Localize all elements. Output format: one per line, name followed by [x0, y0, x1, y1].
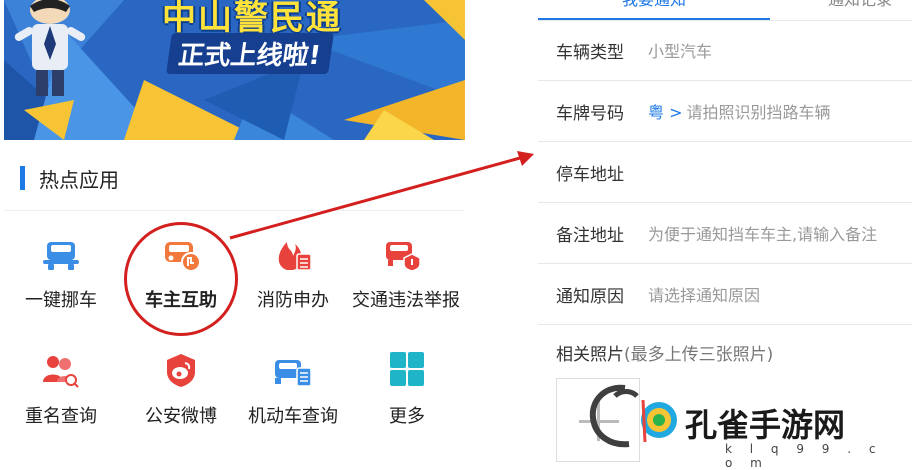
- promo-banner[interactable]: 中山警民通 正式上线啦!: [4, 0, 465, 140]
- app-one-key-move-car[interactable]: 一键挪车: [6, 236, 116, 312]
- watermark-domain: k l q 9 9 . c o m: [725, 442, 883, 470]
- app-more[interactable]: 更多: [352, 352, 462, 428]
- notify-reason-select[interactable]: 请选择通知原因: [648, 282, 760, 306]
- fire-apply-icon: [278, 242, 312, 271]
- weibo-icon: [167, 354, 195, 387]
- app-police-weibo[interactable]: 公安微博: [126, 352, 236, 428]
- more-grid-icon: [390, 352, 424, 386]
- watermark-text: 孔雀手游网: [685, 406, 846, 444]
- hot-apps-title: 热点应用: [39, 167, 119, 192]
- section-accent-bar: [20, 166, 25, 190]
- app-label: 交通违法举报: [352, 290, 460, 311]
- name-search-icon: [43, 356, 79, 388]
- watermark-logo-icon: [589, 384, 677, 448]
- vehicle-type-select[interactable]: 小型汽车: [648, 38, 712, 62]
- tab-notify[interactable]: 我要通知: [538, 0, 770, 20]
- form-tabs: 我要通知 通知记录: [538, 0, 912, 21]
- divider: [4, 210, 465, 211]
- tab-notify-records[interactable]: 通知记录: [828, 0, 892, 10]
- vehicle-query-icon: [275, 360, 312, 387]
- field-note-address[interactable]: 备注地址 为便于通知挡车车主,请输入备注: [538, 203, 912, 264]
- field-label: 车辆类型: [556, 42, 624, 63]
- photos-label: 相关照片(最多上传三张照片): [556, 340, 773, 365]
- highlight-circle: [124, 222, 238, 336]
- field-label: 备注地址: [556, 225, 624, 246]
- province-prefix-select[interactable]: 粤 >: [648, 99, 683, 123]
- app-vehicle-query[interactable]: 机动车查询: [238, 352, 348, 428]
- hot-apps-header: 热点应用: [20, 160, 119, 196]
- app-label: 一键挪车: [25, 290, 97, 311]
- field-notify-reason[interactable]: 通知原因 请选择通知原因: [538, 264, 912, 325]
- traffic-violation-report-icon: [386, 242, 421, 272]
- app-label: 重名查询: [25, 406, 97, 427]
- app-label: 机动车查询: [248, 406, 338, 427]
- field-vehicle-type[interactable]: 车辆类型 小型汽车: [538, 20, 912, 81]
- app-fire-apply[interactable]: 消防申办: [238, 236, 348, 312]
- field-parking-address[interactable]: 停车地址: [538, 142, 912, 203]
- app-home-panel: 中山警民通 正式上线啦! 热点应用 一键挪车 车主互助 消防申办 交通违法举报 …: [0, 0, 470, 458]
- field-label: 停车地址: [556, 164, 624, 185]
- field-label: 通知原因: [556, 286, 624, 307]
- field-plate-number[interactable]: 车牌号码 粤 > 请拍照识别挡路车辆: [538, 81, 912, 142]
- field-label: 车牌号码: [556, 103, 624, 124]
- photos-hint: (最多上传三张照片): [624, 345, 774, 365]
- app-label: 更多: [389, 406, 425, 427]
- car-move-icon: [43, 242, 79, 270]
- app-label: 消防申办: [257, 290, 329, 311]
- photos-title: 相关照片: [556, 345, 624, 365]
- banner-subtitle: 正式上线啦!: [166, 33, 334, 74]
- app-traffic-violation-report[interactable]: 交通违法举报: [348, 236, 470, 312]
- app-name-search[interactable]: 重名查询: [6, 352, 116, 428]
- app-label: 公安微博: [145, 406, 217, 427]
- plate-number-input[interactable]: 请拍照识别挡路车辆: [687, 99, 831, 123]
- watermark: 孔雀手游网 k l q 9 9 . c o m: [585, 380, 905, 470]
- police-officer-icon: [14, 0, 86, 96]
- note-address-input[interactable]: 为便于通知挡车车主,请输入备注: [648, 221, 877, 245]
